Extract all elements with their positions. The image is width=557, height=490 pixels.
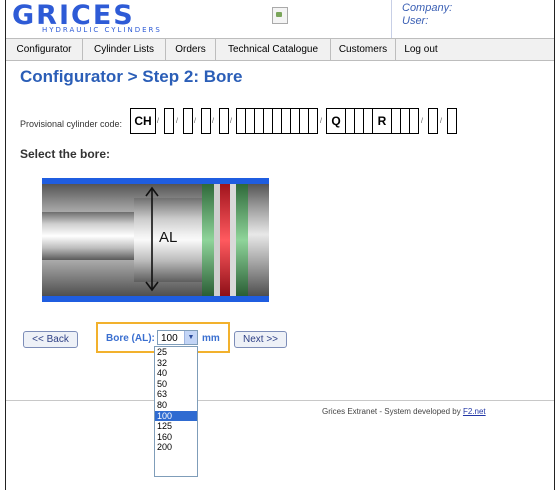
footer-text: Grices Extranet - System developed by [322,407,463,416]
code-box [183,108,193,134]
code-separator: / [421,118,423,125]
back-button[interactable]: << Back [23,331,78,348]
nav-orders[interactable]: Orders [166,39,216,60]
bore-label: Bore (AL): [106,333,155,344]
nav-technical-catalogue[interactable]: Technical Catalogue [216,39,331,60]
footer-link[interactable]: F2.net [463,407,486,416]
code-box [308,108,318,134]
diagram-label-al: AL [159,229,178,246]
bore-option[interactable]: 125 [155,421,197,432]
footer: Grices Extranet - System developed by F2… [322,407,486,416]
code-separator: / [320,118,322,125]
bore-option[interactable]: 80 [155,400,197,411]
company-label: Company: [402,2,453,14]
bore-option[interactable]: 63 [155,389,197,400]
nav-configurator[interactable]: Configurator [6,39,83,60]
bore-option[interactable]: 32 [155,358,197,369]
code-box [428,108,438,134]
nav-cylinder-lists[interactable]: Cylinder Lists [83,39,166,60]
main-nav: Configurator Cylinder Lists Orders Techn… [6,38,554,61]
code-box [219,108,229,134]
code-box [164,108,174,134]
chevron-down-icon[interactable]: ▼ [184,331,197,344]
code-box-r: R [372,108,392,134]
code-box [447,108,457,134]
select-bore-heading: Select the bore: [20,147,111,161]
bore-unit: mm [202,333,220,344]
bore-option[interactable]: 25 [155,347,197,358]
code-separator: / [212,118,214,125]
next-button[interactable]: Next >> [234,331,287,348]
broken-image-icon [272,7,288,24]
bore-option[interactable]: 160 [155,432,197,443]
nav-log-out[interactable]: Log out [396,39,446,60]
nav-customers[interactable]: Customers [331,39,396,60]
code-box [201,108,211,134]
header: GRICES HYDRAULIC CYLINDERS Company: User… [6,0,554,38]
bore-options-list[interactable]: 25 32 40 50 63 80 100 125 160 200 [154,346,198,477]
bore-option[interactable]: 200 [155,442,197,453]
company-panel: Company: User: [391,0,554,38]
bore-select[interactable]: 100 ▼ [157,330,198,345]
cylinder-bore-diagram: AL [42,178,269,302]
code-label: Provisional cylinder code: [20,119,123,129]
user-label: User: [402,15,429,27]
footer-divider [6,400,554,401]
code-separator: / [230,118,232,125]
logo-subtitle: HYDRAULIC CYLINDERS [42,26,162,34]
code-box [409,108,419,134]
code-box-q: Q [326,108,346,134]
browser-frame: GRICES HYDRAULIC CYLINDERS Company: User… [5,0,555,490]
page-title: Configurator > Step 2: Bore [20,67,243,86]
bore-option-selected[interactable]: 100 [155,410,197,422]
grices-logo: GRICES HYDRAULIC CYLINDERS [12,2,197,38]
bore-option[interactable]: 50 [155,379,197,390]
cylinder-illustration [42,178,269,302]
code-separator: / [176,118,178,125]
code-separator: / [157,118,159,125]
bore-selected-value: 100 [161,333,178,344]
code-separator: / [440,118,442,125]
code-box-ch: CH [130,108,156,134]
code-separator: / [194,118,196,125]
bore-option[interactable]: 40 [155,368,197,379]
